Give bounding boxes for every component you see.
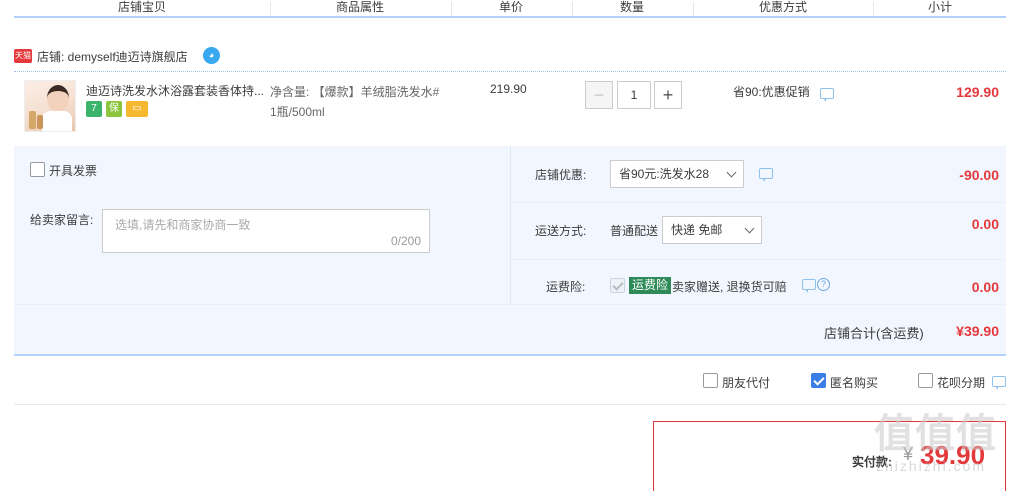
shop-name-link[interactable]: 店铺: demyself迪迈诗旗舰店 (37, 48, 188, 65)
comment-icon[interactable] (802, 279, 816, 293)
comment-icon[interactable] (992, 376, 1006, 390)
insurance-badge: 运费险 (629, 277, 672, 294)
decrease-qty-button[interactable]: − (585, 81, 613, 109)
comment-icon[interactable] (759, 168, 773, 182)
quantity-stepper: − 1 + (585, 81, 682, 109)
sku-line: 净含量: 【爆款】羊绒脂洗发水# (270, 85, 440, 99)
friend-pay-checkbox[interactable] (703, 373, 718, 388)
panel-divider (14, 304, 1006, 305)
column-separator (572, 2, 573, 16)
panel-divider (510, 259, 1006, 260)
panel-bottom-border (14, 354, 1006, 356)
shop-discount-amount: -90.00 (959, 167, 999, 183)
item-subtotal: 129.90 (956, 84, 999, 100)
anonymous-checkbox[interactable] (811, 373, 826, 388)
model-face (47, 85, 69, 111)
shop-total-value: ¥39.90 (956, 323, 999, 339)
column-separator (451, 2, 452, 16)
bottle-shape (37, 115, 43, 129)
promo-method: 省90:优惠促销 (733, 85, 810, 99)
seller-message-input[interactable]: 选填,请先和商家协商一致 0/200 (102, 209, 430, 253)
insurance-desc: 卖家赠送, 退换货可赔 (672, 280, 787, 294)
increase-qty-button[interactable]: + (654, 81, 682, 109)
product-thumbnail[interactable] (24, 80, 76, 132)
column-separator (270, 2, 271, 16)
column-separator (693, 2, 694, 16)
shipping-method: 普通配送 (610, 224, 659, 238)
invoice-label[interactable]: 开具发票 (49, 162, 97, 179)
product-sku: 净含量: 【爆款】羊绒脂洗发水# 1瓶/500ml (270, 82, 460, 122)
message-label: 给卖家留言: (30, 213, 94, 227)
shipping-amount: 0.00 (971, 216, 999, 232)
comment-icon[interactable] (820, 88, 834, 102)
divider (14, 71, 1006, 72)
column-separator (873, 2, 874, 16)
tmall-badge-icon: 天猫 (14, 49, 32, 63)
huabei-label[interactable]: 花呗分期 (937, 374, 985, 391)
credit-card-icon[interactable]: ▭ (126, 101, 148, 117)
chevron-down-icon (726, 167, 737, 178)
guarantee-icon[interactable]: 保 (106, 101, 122, 117)
divider (14, 404, 1006, 405)
panel-divider (510, 202, 1006, 203)
invoice-checkbox[interactable] (30, 162, 45, 177)
anonymous-label[interactable]: 匿名购买 (830, 374, 878, 391)
sku-line: 1瓶/500ml (270, 105, 325, 119)
help-icon[interactable]: ? (817, 278, 830, 291)
unit-price: 219.90 (490, 82, 527, 96)
shop-total-label: 店铺合计(含运费) (824, 326, 924, 341)
shipping-value: 快递 免邮 (671, 223, 723, 237)
message-char-count: 0/200 (390, 234, 421, 248)
shop-discount-select[interactable]: 省90元:洗发水28 (610, 160, 744, 188)
chevron-down-icon (744, 223, 755, 234)
message-placeholder: 选填,请先和商家协商一致 (115, 218, 251, 232)
site-watermark-url: zhizhizhi.com (876, 458, 987, 474)
product-title-link[interactable]: 迪迈诗洗发水沐浴露套装香体持... (86, 82, 266, 99)
model-body (42, 111, 72, 131)
insurance-amount: 0.00 (971, 279, 999, 295)
shipping-label: 运送方式: (535, 224, 587, 238)
huabei-checkbox[interactable] (918, 373, 933, 388)
bottle-shape (29, 111, 36, 129)
wangwang-chat-icon[interactable]: ◕ (203, 47, 220, 64)
shop-discount-label: 店铺优惠: (535, 168, 587, 182)
insurance-checkbox (610, 278, 625, 293)
site-watermark: 值值值 (874, 412, 997, 456)
insurance-label: 运费险: (546, 280, 586, 294)
panel-divider (510, 146, 511, 304)
quantity-input[interactable]: 1 (617, 81, 651, 109)
7-day-return-icon[interactable]: 7 (86, 101, 102, 117)
friend-pay-label[interactable]: 朋友代付 (722, 374, 770, 391)
shop-discount-value: 省90元:洗发水28 (619, 167, 710, 181)
shipping-select[interactable]: 快递 免邮 (662, 216, 762, 244)
header-underline (14, 16, 1006, 18)
